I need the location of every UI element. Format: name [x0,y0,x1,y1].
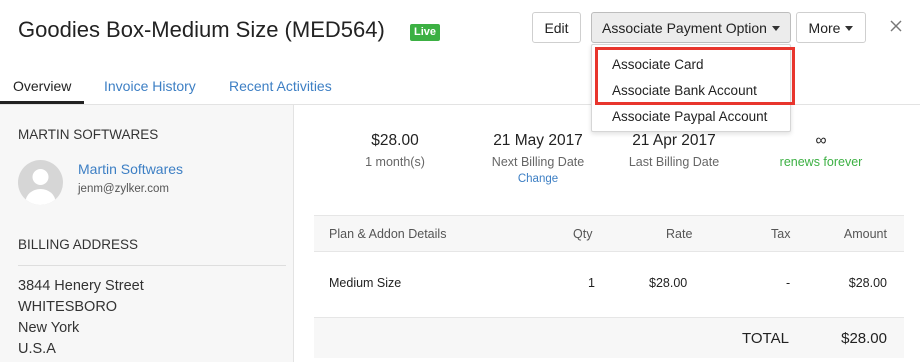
table-header: Plan & Addon Details Qty Rate Tax Amount [314,215,904,252]
menu-item-associate-paypal-account[interactable]: Associate Paypal Account [612,109,767,124]
customer-name-link[interactable]: Martin Softwares [78,161,183,177]
avatar [18,160,63,205]
total-value: $28.00 [841,330,887,347]
renewal-stat: ∞ renews forever [741,132,901,169]
amount-stat: $28.00 1 month(s) [315,132,475,169]
billing-cycle-label: 1 month(s) [365,155,425,169]
address-line: New York [18,320,80,336]
change-billing-date-link[interactable]: Change [458,173,618,185]
edit-button-label: Edit [544,19,569,36]
caret-down-icon [845,26,854,31]
address-line: 3844 Henery Street [18,278,144,294]
billing-address-heading: BILLING ADDRESS [18,237,139,252]
last-billing-value: 21 Apr 2017 [632,132,716,149]
associate-payment-option-button[interactable]: Associate Payment Option [591,12,791,43]
amount-value: $28.00 [371,132,419,149]
active-tab-indicator [0,101,84,104]
page-title: Goodies Box-Medium Size (MED564) [18,17,385,42]
tab-recent-activities[interactable]: Recent Activities [229,78,332,94]
customer-email: jenm@zylker.com [78,183,169,195]
caret-down-icon [771,26,780,31]
more-button[interactable]: More [796,12,866,43]
customer-sidebar: MARTIN SOFTWARES Martin Softwares jenm@z… [0,105,294,362]
table-row: Medium Size 1 $28.00 - $28.00 [314,252,904,318]
associate-payment-option-label: Associate Payment Option [602,19,767,36]
user-icon [25,169,56,205]
status-badge: Live [410,24,441,41]
item-rate: $28.00 [649,276,688,290]
last-billing-stat: 21 Apr 2017 Last Billing Date [594,132,754,169]
renews-label: renews forever [779,155,863,169]
subscription-overview: $28.00 1 month(s) 21 May 2017 Next Billi… [295,105,920,362]
tab-overview[interactable]: Overview [13,78,71,94]
infinity-icon: ∞ [815,132,827,149]
address-line: WHITESBORO [18,299,118,315]
item-amount: $28.00 [848,276,887,290]
column-header-rate: Rate [666,227,693,241]
table-total-row: TOTAL $28.00 [314,318,904,358]
highlight-annotation [595,47,795,105]
column-header-tax: Tax [771,227,791,241]
more-button-label: More [808,19,841,36]
edit-button[interactable]: Edit [532,12,581,43]
item-tax: - [786,276,791,290]
customer-heading: MARTIN SOFTWARES [18,127,159,142]
column-header-amount: Amount [843,227,887,241]
item-name: Medium Size [329,276,402,290]
column-header-qty: Qty [573,227,593,241]
address-line: U.S.A [18,341,56,357]
last-billing-label: Last Billing Date [628,155,720,169]
total-label: TOTAL [742,330,789,347]
column-header-details: Plan & Addon Details [329,227,447,241]
tab-invoice-history[interactable]: Invoice History [104,78,196,94]
item-qty: 1 [588,276,595,290]
divider [18,265,286,266]
close-icon[interactable] [886,16,906,36]
